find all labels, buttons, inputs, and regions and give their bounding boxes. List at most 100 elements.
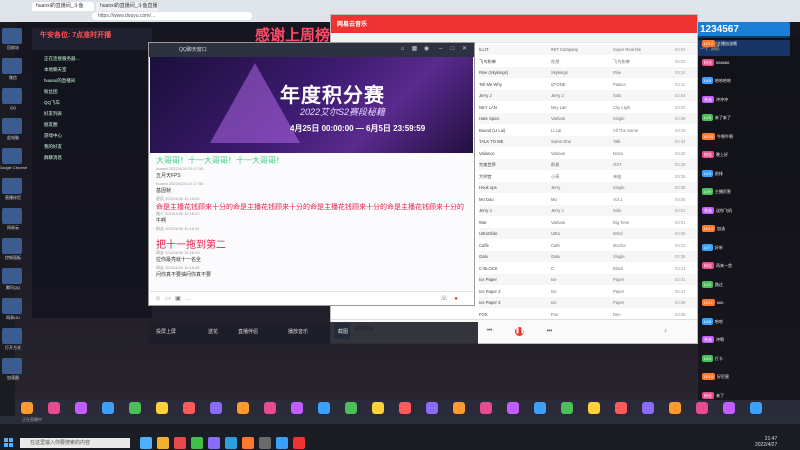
gift-icon[interactable] xyxy=(129,402,141,414)
desktop-app-icon[interactable] xyxy=(2,148,22,164)
taskbar-app-icon[interactable] xyxy=(259,437,271,449)
song-row[interactable]: Valiance Various Nosa 03:40 xyxy=(479,147,697,159)
desktop-app-icon[interactable] xyxy=(2,118,22,134)
taskbar-app-icon[interactable] xyxy=(140,437,152,449)
desktop-app-icon[interactable] xyxy=(2,268,22,284)
taskbar-app-icon[interactable] xyxy=(208,437,220,449)
song-row[interactable]: ILLIT INIT Company Super Real Me 02:52 xyxy=(479,44,697,55)
taskbar-app-icon[interactable] xyxy=(242,437,254,449)
left-overlay-row[interactable]: huanxi的直播间 xyxy=(44,78,75,84)
desktop-app-icon[interactable] xyxy=(2,328,22,344)
left-overlay-row[interactable]: 群聊消息 xyxy=(44,155,62,161)
left-overlay-row[interactable]: 游戏中心 xyxy=(44,133,62,139)
gift-icon[interactable] xyxy=(426,402,438,414)
gift-icon[interactable] xyxy=(453,402,465,414)
song-row[interactable]: Hate Spice Various Single 02:38 xyxy=(479,113,697,124)
song-row[interactable]: 完美世界 群星 OST 02:29 xyxy=(479,159,697,170)
song-row[interactable]: Caffe Cafe Mocha 03:22 xyxy=(479,239,697,251)
bottom-item-4[interactable]: 播放音乐 xyxy=(288,328,308,335)
left-overlay-row[interactable]: 朋友圈 xyxy=(44,122,58,128)
desktop-app-icon[interactable] xyxy=(2,238,22,254)
folder-icon[interactable]: ▭ xyxy=(164,295,172,303)
bottom-item-1[interactable]: 投屏上屏 xyxy=(156,328,176,335)
song-row[interactable]: NEY LAN Ney Lan City Light 03:02 xyxy=(479,101,697,113)
grid-icon[interactable]: ▦ xyxy=(411,46,418,53)
song-row[interactable]: Bound (Lt Lai) Lt Lai All The Same 03:16 xyxy=(479,124,697,136)
song-row[interactable]: Jerry J Jerry J Solo 02:54 xyxy=(479,90,697,101)
song-row[interactable]: Rise (Skykings) Skykings Rise 03:24 xyxy=(479,67,697,78)
gift-icon[interactable] xyxy=(75,402,87,414)
browser-tab[interactable]: huanxi的直播间_斗鱼直播 xyxy=(96,2,158,11)
gift-icon[interactable] xyxy=(615,402,627,414)
maximize-icon[interactable]: □ xyxy=(449,46,456,53)
gift-icon[interactable] xyxy=(480,402,492,414)
gamepad-icon[interactable]: ◉ xyxy=(423,46,430,53)
left-overlay-row[interactable]: 正在连接服务器… xyxy=(44,56,80,62)
phone-icon[interactable]: ☏ xyxy=(440,295,448,303)
taskbar-app-icon[interactable] xyxy=(174,437,186,449)
taskbar-app-icon[interactable] xyxy=(157,437,169,449)
start-icon[interactable] xyxy=(4,438,14,448)
desktop-app-icon[interactable] xyxy=(2,28,22,44)
volume-icon[interactable]: ♪ xyxy=(661,327,670,336)
song-row[interactable]: Mo Dao Mo Vol.1 03:05 xyxy=(479,193,697,205)
gift-icon[interactable] xyxy=(561,402,573,414)
song-row[interactable]: Ice Paper 2 Ice Paper 02:47 xyxy=(479,285,697,297)
taskbar-app-icon[interactable] xyxy=(276,437,288,449)
gift-icon[interactable] xyxy=(183,402,195,414)
home-icon[interactable]: ⌂ xyxy=(399,46,406,53)
song-row[interactable]: Ice Paper 3 Ice Paper 02:39 xyxy=(479,297,697,308)
desktop-app-icon[interactable] xyxy=(2,358,22,374)
song-row[interactable]: TALK TO ME Some One Talk 02:44 xyxy=(479,136,697,147)
gift-icon[interactable] xyxy=(21,402,33,414)
left-overlay-row[interactable]: 本地聊天室 xyxy=(44,67,67,73)
bottom-item-3[interactable]: 直播伴侣 xyxy=(238,328,258,335)
gift-icon[interactable] xyxy=(723,402,735,414)
gift-icon[interactable] xyxy=(345,402,357,414)
left-overlay-row[interactable]: QQ飞车 xyxy=(44,100,60,106)
gift-icon[interactable] xyxy=(237,402,249,414)
desktop-app-icon[interactable] xyxy=(2,298,22,314)
song-row[interactable]: Hook ups Jerry Single 02:58 xyxy=(479,182,697,193)
song-row[interactable]: Ice Paper Ice Paper 02:41 xyxy=(479,274,697,285)
desktop-app-icon[interactable] xyxy=(2,88,22,104)
left-overlay-row[interactable]: 粉丝团 xyxy=(44,89,58,95)
promo-banner[interactable]: 年度积分赛 2022艾尔S2赛段秘籍 4月25日 00:00:00 — 6月5日… xyxy=(150,57,473,153)
taskbar-app-icon[interactable] xyxy=(293,437,305,449)
minimize-icon[interactable]: – xyxy=(437,46,444,53)
bottom-item-5[interactable]: 截图 xyxy=(338,328,348,335)
gift-icon[interactable] xyxy=(291,402,303,414)
microphone-icon[interactable]: ● xyxy=(452,295,460,303)
gift-icon[interactable] xyxy=(102,402,114,414)
gift-icon[interactable] xyxy=(534,402,546,414)
image-icon[interactable]: ▣ xyxy=(174,295,182,303)
gift-icon[interactable] xyxy=(750,402,762,414)
song-row[interactable]: Tell Me Why IZ*ONE Palace 03:11 xyxy=(479,78,697,90)
gift-icon[interactable] xyxy=(507,402,519,414)
taskbar-app-icon[interactable] xyxy=(191,437,203,449)
close-icon[interactable]: ✕ xyxy=(461,46,468,53)
bottom-item-2[interactable]: 送花 xyxy=(208,328,218,335)
gift-icon[interactable] xyxy=(696,402,708,414)
desktop-app-icon[interactable] xyxy=(2,58,22,74)
desktop-app-icon[interactable] xyxy=(2,178,22,194)
gift-icon[interactable] xyxy=(588,402,600,414)
next-icon[interactable]: ⏭ xyxy=(545,327,554,336)
url-bar[interactable]: https://www.douyu.com/… xyxy=(92,12,252,20)
song-row[interactable]: 大明宫 小亮 单曲 03:35 xyxy=(479,170,697,182)
gift-icon[interactable] xyxy=(372,402,384,414)
left-overlay-row[interactable]: 好友列表 xyxy=(44,111,62,117)
gift-icon[interactable] xyxy=(156,402,168,414)
more-icon[interactable]: … xyxy=(184,295,192,303)
left-overlay-row[interactable]: 我的好友 xyxy=(44,144,62,150)
song-row[interactable]: 飞鸟和蝉 任然 飞鸟和蝉 02:53 xyxy=(479,55,697,67)
taskbar-app-icon[interactable] xyxy=(225,437,237,449)
song-row[interactable]: War Various Big Time 03:01 xyxy=(479,216,697,228)
gift-icon[interactable] xyxy=(642,402,654,414)
pause-icon[interactable]: ❚❚ xyxy=(515,327,525,336)
song-row[interactable]: FOX Fox Den 03:08 xyxy=(479,308,697,320)
gift-icon[interactable] xyxy=(48,402,60,414)
song-row[interactable]: Jerry J Jerry J Solo 02:51 xyxy=(479,205,697,216)
song-row[interactable]: Galu Galu Single 02:35 xyxy=(479,251,697,262)
prev-icon[interactable]: ⏮ xyxy=(485,327,494,336)
